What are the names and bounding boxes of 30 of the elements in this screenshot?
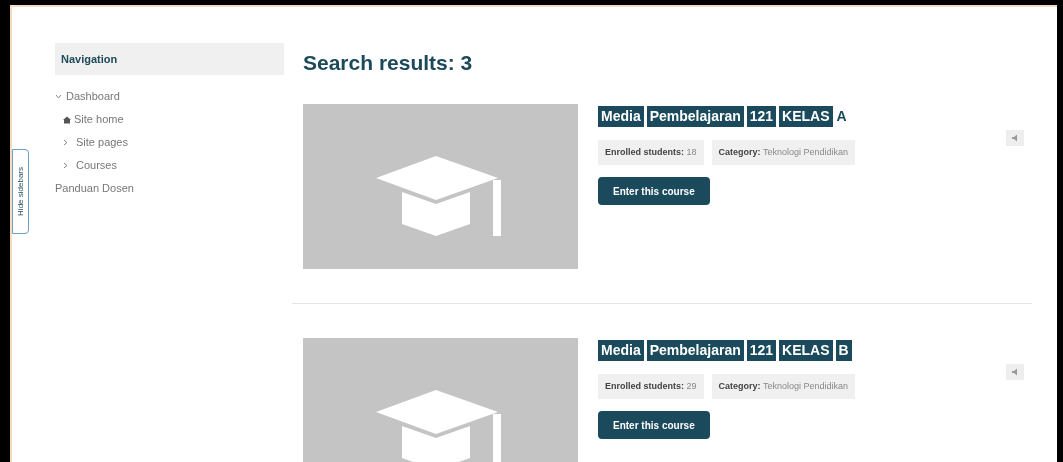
page-heading: Search results: 3 (303, 50, 474, 76)
enter-course-button[interactable]: Enter this course (598, 411, 710, 439)
nav-item[interactable]: Courses (76, 157, 117, 174)
highlighted-title-word[interactable]: Media (598, 339, 644, 361)
home-icon (63, 115, 71, 124)
category-badge: Category: Teknologi Pendidikan (711, 373, 855, 399)
nav-item[interactable]: Site pages (76, 134, 128, 151)
nav-item[interactable]: Panduan Dosen (55, 180, 134, 197)
highlighted-title-word[interactable]: KELAS (779, 105, 833, 127)
highlighted-title-word[interactable]: KELAS (779, 339, 833, 361)
title-word[interactable]: A (835, 105, 848, 127)
nav-item[interactable]: Dashboard (66, 88, 120, 105)
caret-right-icon (63, 139, 68, 146)
enrolled-students-badge: Enrolled students: 18 (598, 139, 704, 165)
highlighted-title-word[interactable]: Media (598, 105, 644, 127)
caret-down-icon (55, 94, 62, 99)
highlighted-title-word[interactable]: Pembelajaran (646, 105, 744, 127)
caret-right-icon (63, 162, 68, 169)
highlighted-title-word[interactable]: Pembelajaran (646, 339, 744, 361)
speaker-icon[interactable] (1006, 129, 1024, 146)
speaker-icon[interactable] (1006, 363, 1024, 380)
navigation-header: Navigation (55, 43, 284, 75)
highlighted-title-word[interactable]: B (835, 339, 852, 361)
nav-item[interactable]: Site home (74, 111, 124, 128)
category-badge: Category: Teknologi Pendidikan (711, 139, 855, 165)
hide-sidebars-tab[interactable]: Hide sidebars (12, 149, 29, 234)
highlighted-title-word[interactable]: 121 (746, 339, 777, 361)
enrolled-students-badge: Enrolled students: 29 (598, 373, 704, 399)
highlighted-title-word[interactable]: 121 (746, 105, 777, 127)
enter-course-button[interactable]: Enter this course (598, 177, 710, 205)
